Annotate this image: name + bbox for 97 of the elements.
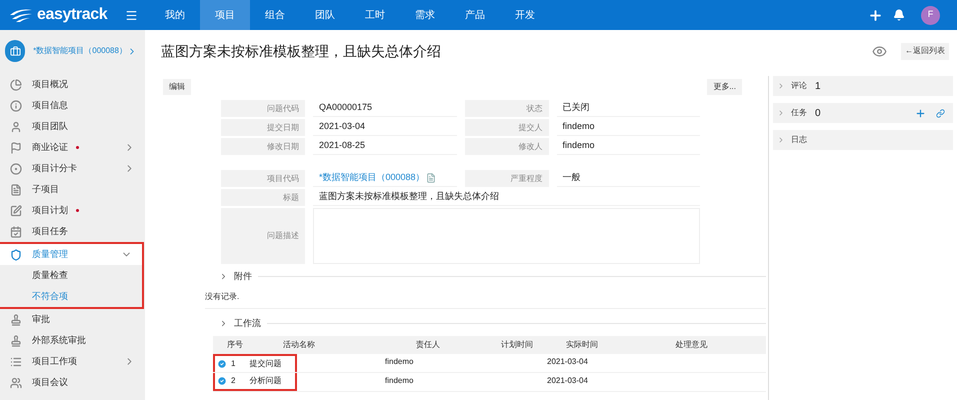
- menu-item-icon: [10, 142, 22, 154]
- chevron-right-icon: [777, 136, 785, 144]
- section-heading[interactable]: 工作流: [234, 316, 261, 330]
- project-code-link: *数据智能项目（000088）: [313, 170, 456, 187]
- menu-item-icon: [10, 226, 22, 238]
- menu-item-icon: [10, 376, 22, 388]
- menu-item-icon: [10, 248, 22, 260]
- chevron-right-icon: [777, 82, 785, 90]
- empty-message: 没有记录.: [205, 290, 766, 308]
- sidebar-item[interactable]: 项目团队: [0, 116, 145, 137]
- chevron-right-icon: [777, 109, 785, 117]
- chevron-right-icon: [219, 318, 228, 328]
- field-label: 状态: [464, 100, 548, 117]
- field-label: 提交人: [464, 119, 548, 136]
- column-header: 处理意见: [674, 339, 708, 351]
- table-cell-text: 2021-03-04: [547, 356, 589, 368]
- field-label: 问题描述: [221, 208, 305, 264]
- edit-button[interactable]: 编辑: [163, 79, 191, 95]
- link-icon[interactable]: [936, 108, 945, 118]
- field-label: 严重程度: [464, 170, 548, 187]
- field-value: findemo: [556, 138, 700, 155]
- view-icon[interactable]: [872, 44, 887, 58]
- project-icon: [10, 46, 21, 56]
- field-label: 标题: [221, 189, 305, 206]
- menu-item-icon: [10, 78, 22, 90]
- document-icon[interactable]: [426, 173, 436, 183]
- table-cell: 2: [231, 375, 236, 387]
- menu-item-icon: [10, 356, 22, 368]
- panel-title: 评论: [791, 80, 807, 92]
- field-value: 2021-03-04: [313, 119, 456, 136]
- sidebar-item[interactable]: 项目概况: [0, 74, 145, 95]
- sidebar-item[interactable]: 项目任务: [0, 221, 145, 242]
- sidebar-item[interactable]: 项目工作项: [0, 351, 145, 372]
- nav-tab[interactable]: 工时: [350, 0, 400, 30]
- collapsible-panel[interactable]: 评论 1: [773, 76, 953, 96]
- column-header: 责任人: [415, 339, 441, 351]
- user-avatar[interactable]: F: [921, 6, 940, 24]
- notification-bell-icon[interactable]: [893, 9, 905, 21]
- more-button[interactable]: 更多...: [707, 79, 742, 95]
- field-value: 一般: [556, 170, 700, 187]
- table-cell: 提交问题: [249, 358, 282, 370]
- menu-icon[interactable]: [125, 8, 138, 22]
- add-icon[interactable]: [868, 8, 883, 22]
- field-label: 问题代码: [221, 100, 305, 117]
- logo-text: easytrack: [37, 5, 108, 25]
- sidebar-item[interactable]: 商业论证: [0, 137, 145, 158]
- nav-tab[interactable]: 产品: [450, 0, 500, 30]
- nav-tab[interactable]: 组合: [250, 0, 300, 30]
- table-cell-text: findemo: [384, 356, 414, 368]
- nav-tab[interactable]: 团队: [300, 0, 350, 30]
- menu-item-icon: [10, 162, 22, 174]
- table-cell-text: findemo: [384, 375, 414, 387]
- menu-item-icon: [10, 204, 22, 216]
- nav-tab[interactable]: 开发: [500, 0, 550, 30]
- sidebar-item[interactable]: 外部系统审批: [0, 330, 145, 351]
- column-header: 序号: [226, 339, 244, 351]
- field-label: 项目代码: [221, 170, 305, 187]
- panel-count: 1: [815, 80, 821, 94]
- menu-item-icon: [10, 334, 22, 346]
- menu-item-icon: [10, 184, 22, 196]
- sidebar-item[interactable]: 项目信息: [0, 95, 145, 116]
- nav-tab[interactable]: 我的: [150, 0, 200, 30]
- field-label: 提交日期: [221, 119, 305, 136]
- sidebar-item[interactable]: 质量管理: [0, 244, 142, 265]
- submenu-item[interactable]: 质量检查: [0, 265, 142, 286]
- panel-title: 日志: [791, 134, 807, 146]
- field-label: 修改人: [464, 138, 548, 155]
- table-cell: 1: [231, 358, 236, 370]
- field-value: QA00000175: [313, 100, 456, 117]
- sidebar-item[interactable]: 子项目: [0, 179, 145, 200]
- back-to-list-button[interactable]: ←返回列表: [901, 42, 949, 60]
- field-value: 2021-08-25: [313, 138, 456, 155]
- collapsible-panel[interactable]: 任务 0: [773, 103, 953, 123]
- column-header: 计划时间: [500, 339, 534, 351]
- chevron-right-icon: [219, 272, 228, 282]
- menu-item-icon: [10, 100, 22, 112]
- column-header: 实际时间: [565, 339, 599, 351]
- sidebar-item[interactable]: 审批: [0, 309, 145, 330]
- panel-count: 0: [815, 106, 821, 120]
- section-heading[interactable]: 附件: [234, 270, 252, 284]
- field-label: 修改日期: [221, 138, 305, 155]
- add-icon[interactable]: [915, 108, 926, 118]
- table-cell: 分析问题: [249, 375, 282, 387]
- table-cell-text: 2021-03-04: [547, 375, 589, 387]
- column-header: 活动名称: [282, 339, 316, 351]
- collapsible-panel[interactable]: 日志: [773, 130, 953, 150]
- sidebar-item[interactable]: 项目会议: [0, 372, 145, 393]
- menu-item-icon: [10, 314, 22, 326]
- field-value: 已关闭: [556, 100, 700, 117]
- panel-title: 任务: [791, 107, 807, 119]
- field-value: 蓝图方案未按标准模板整理，且缺失总体介绍: [313, 189, 700, 206]
- menu-item-icon: [10, 120, 22, 132]
- page-title: 蓝图方案未按标准模板整理，且缺失总体介绍: [161, 42, 441, 60]
- nav-tab[interactable]: 需求: [400, 0, 450, 30]
- sidebar-item[interactable]: 项目计分卡: [0, 158, 145, 179]
- sidebar-item[interactable]: 项目计划: [0, 200, 145, 221]
- field-value: findemo: [556, 119, 700, 136]
